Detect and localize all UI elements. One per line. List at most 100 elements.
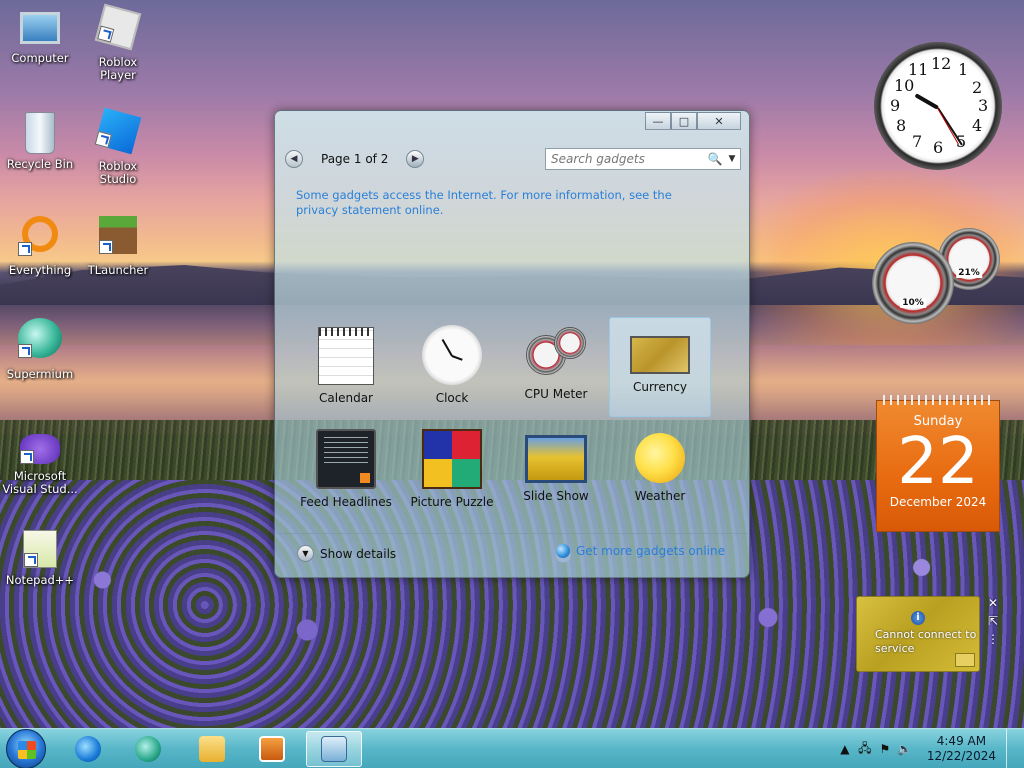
calendar-gadget[interactable]: Sunday 22 December 2024 (876, 395, 1000, 532)
page-indicator: Page 1 of 2 (321, 152, 389, 166)
roblox-player-icon (94, 3, 142, 51)
taskbar-supermium[interactable] (120, 731, 176, 767)
action-center-flag-icon[interactable]: ⚑ (875, 742, 895, 756)
show-details-label: Show details (320, 546, 397, 561)
taskbar-clock[interactable]: 4:49 AM 12/22/2024 (927, 734, 996, 764)
previous-page-button[interactable]: ◀ (285, 150, 303, 168)
clock-numeral: 4 (972, 116, 983, 135)
search-gadgets-box[interactable]: Search gadgets 🔍 ▼ (545, 148, 741, 170)
search-input[interactable]: Search gadgets (546, 152, 706, 166)
get-more-gadgets-link[interactable]: Get more gadgets online (555, 544, 725, 558)
supermium-icon (18, 318, 62, 358)
search-dropdown-icon[interactable]: ▼ (724, 154, 740, 164)
media-player-icon (259, 736, 285, 762)
gadget-close-button[interactable]: ✕ (984, 594, 1002, 612)
search-icon[interactable]: 🔍 (706, 152, 724, 166)
clock-numeral: 3 (978, 96, 989, 115)
gadget-label: Feed Headlines (300, 495, 392, 509)
tlauncher-icon (99, 216, 137, 254)
gadget-label: Clock (435, 391, 469, 405)
cpu-dial: 10% (872, 242, 954, 324)
shortcut-arrow-icon (24, 553, 38, 567)
shortcut-arrow-icon (99, 240, 113, 254)
tray-date: 12/22/2024 (926, 749, 996, 763)
desktop-icon-tlauncher[interactable]: TLauncher (80, 216, 156, 277)
feed-icon (316, 429, 376, 489)
gadget-item-weather[interactable]: Weather (609, 421, 711, 521)
recycle-bin-icon (25, 112, 55, 154)
system-tray: ▲ 🖧 ⚑ 🔈 4:49 AM 12/22/2024 (835, 729, 1016, 768)
currency-icon (630, 336, 690, 374)
gadget-item-clock[interactable]: Clock (401, 317, 503, 417)
gadget-item-cpu-meter[interactable]: CPU Meter (505, 317, 607, 417)
show-details-toggle[interactable]: ▼ Show details (297, 545, 396, 562)
gadget-gallery-window[interactable]: — □ ✕ ◀ Page 1 of 2 ▶ Search gadgets 🔍 ▼… (274, 110, 750, 578)
gadget-item-currency[interactable]: Currency (609, 317, 711, 417)
taskbar-media-player[interactable] (244, 731, 300, 767)
gadget-item-slide-show[interactable]: Slide Show (505, 421, 607, 521)
desktop-icon-label: TLauncher (87, 263, 149, 277)
shortcut-arrow-icon (18, 344, 32, 358)
taskbar-internet-explorer[interactable] (60, 731, 116, 767)
gadgets-icon (321, 736, 347, 762)
desktop-icon-supermium[interactable]: Supermium (2, 318, 78, 381)
desktop-icon-visual-studio[interactable]: Microsoft Visual Stud... (2, 434, 78, 496)
maximize-button[interactable]: □ (671, 112, 697, 130)
gadget-item-calendar[interactable]: Calendar (295, 317, 397, 417)
desktop-icon-label: Supermium (6, 367, 74, 381)
slideshow-icon (525, 435, 587, 483)
desktop-icon-label: Roblox Player (98, 55, 138, 82)
window-controls: — □ ✕ (645, 112, 741, 130)
desktop-icon-everything[interactable]: Everything (2, 216, 78, 277)
show-desktop-button[interactable] (1006, 729, 1016, 768)
next-page-button[interactable]: ▶ (406, 150, 425, 168)
privacy-notice-link[interactable]: Some gadgets access the Internet. For mo… (296, 188, 716, 218)
shortcut-arrow-icon (20, 450, 34, 464)
gadget-side-controls: ✕ ⇱ ⋮ (984, 594, 1002, 648)
puzzle-icon (422, 429, 482, 489)
volume-muted-icon[interactable]: 🔈 (895, 742, 915, 756)
calendar-month-year: December 2024 (889, 495, 987, 509)
taskbar-gadgets[interactable] (306, 731, 362, 767)
gadget-label: Currency (632, 380, 688, 394)
desktop-icon-label: Roblox Studio (98, 159, 138, 186)
desktop-icon-recycle-bin[interactable]: Recycle Bin (2, 112, 78, 171)
desktop-icon-roblox-player[interactable]: Roblox Player (80, 3, 156, 82)
currency-card-icon (955, 653, 975, 667)
desktop-icon-notepadpp[interactable]: Notepad++ (2, 530, 78, 587)
clock-numeral: 8 (896, 116, 907, 135)
show-hidden-icons-button[interactable]: ▲ (835, 742, 855, 756)
start-button[interactable] (6, 729, 46, 768)
gadget-expand-button[interactable]: ⇱ (984, 612, 1002, 630)
gadget-label: Calendar (319, 391, 373, 405)
network-icon[interactable]: 🖧 (855, 739, 875, 760)
taskbar-file-explorer[interactable] (184, 731, 240, 767)
info-icon: i (911, 611, 925, 625)
gadget-item-feed-headlines[interactable]: Feed Headlines (295, 421, 397, 521)
minimize-button[interactable]: — (645, 112, 671, 130)
computer-icon (20, 12, 60, 44)
page-navigator: ◀ Page 1 of 2 ▶ (285, 149, 425, 169)
desktop-icon-roblox-studio[interactable]: Roblox Studio (80, 107, 156, 186)
shortcut-arrow-icon (97, 25, 115, 43)
taskbar: ▲ 🖧 ⚑ 🔈 4:49 AM 12/22/2024 (0, 728, 1024, 768)
clock-gadget[interactable]: 12 1 2 3 4 5 6 7 8 9 10 11 (874, 42, 1002, 170)
gadget-label: Picture Puzzle (410, 495, 494, 509)
currency-gadget[interactable]: i Cannot connect to service (856, 596, 980, 672)
desktop-icon-computer[interactable]: Computer (2, 8, 78, 65)
gadget-drag-handle[interactable]: ⋮ (984, 630, 1002, 648)
chevron-down-icon: ▼ (297, 545, 314, 562)
gadget-item-picture-puzzle[interactable]: Picture Puzzle (401, 421, 503, 521)
footer-divider (276, 533, 748, 534)
desktop-icon-label: Recycle Bin (6, 157, 74, 171)
clock-hour-hand (914, 93, 939, 110)
calendar-rings (883, 395, 993, 405)
clock-numeral: 1 (958, 60, 969, 79)
tray-time: 4:49 AM (936, 734, 987, 748)
cpu-meter-gadget[interactable]: 21% 10% (872, 228, 1002, 324)
close-button[interactable]: ✕ (697, 112, 741, 130)
visual-studio-icon (20, 434, 60, 464)
memory-percent: 21% (956, 268, 982, 278)
clock-numeral: 11 (908, 60, 929, 79)
desktop-icon-label: Notepad++ (5, 573, 75, 587)
